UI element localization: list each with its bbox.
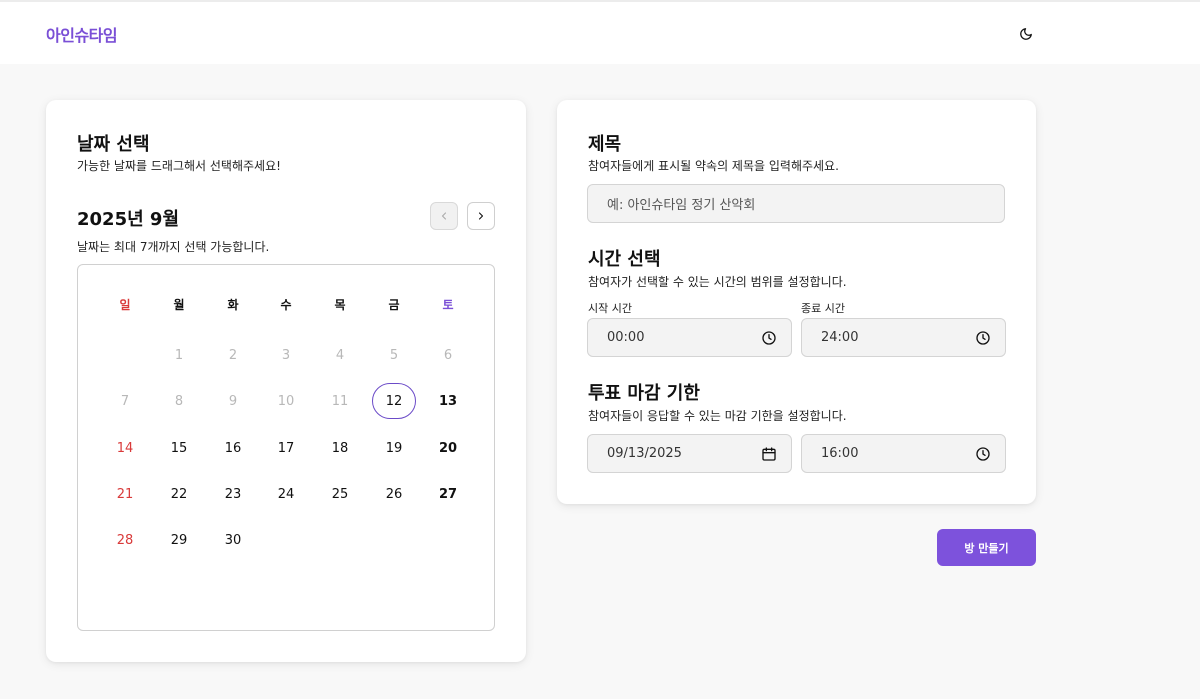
calendar-day: 2 — [228, 347, 238, 363]
calendar-day: 6 — [443, 347, 453, 363]
calendar-day[interactable]: 17 — [263, 429, 309, 467]
calendar-day: 10 — [277, 393, 295, 409]
calendar-day[interactable]: 25 — [317, 475, 363, 513]
date-section-subtitle: 가능한 날짜를 드래그해서 선택해주세요! — [77, 159, 281, 173]
deadline-section-desc: 참여자들이 응답할 수 있는 마감 기한을 설정합니다. — [588, 409, 847, 423]
calendar-day: 3 — [281, 347, 291, 363]
chevron-left-icon — [441, 212, 447, 220]
calendar-day[interactable]: 24 — [263, 475, 309, 513]
title-input[interactable]: 예: 아인슈타임 정기 산악회 — [587, 184, 1005, 223]
start-time-input[interactable]: 00:00 — [587, 318, 792, 357]
calendar-day-today[interactable]: 12 — [372, 383, 416, 419]
calendar-day: 9 — [228, 393, 238, 409]
calendar-day[interactable]: 26 — [371, 475, 417, 513]
theme-toggle-button[interactable] — [1016, 24, 1036, 44]
end-time-input[interactable]: 24:00 — [801, 318, 1006, 357]
calendar-day: 5 — [389, 347, 399, 363]
weekday-header: 목 — [334, 298, 346, 312]
calendar-grid[interactable]: 일 월 화 수 목 금 토 1 2 3 4 5 6 7 8 9 10 11 12 13 14 15 16 17 18 19 20 21… — [77, 264, 495, 631]
calendar-day: 1 — [174, 347, 184, 363]
title-section-heading: 제목 — [588, 134, 622, 155]
clock-icon[interactable] — [975, 446, 991, 462]
date-section-title: 날짜 선택 — [77, 134, 150, 155]
calendar-day[interactable]: 16 — [210, 429, 256, 467]
calendar-day[interactable]: 19 — [371, 429, 417, 467]
calendar-day: 8 — [174, 393, 184, 409]
calendar-day[interactable]: 20 — [425, 429, 471, 467]
room-settings-card: 제목 참여자들에게 표시될 약속의 제목을 입력해주세요. 예: 아인슈타임 정… — [557, 100, 1036, 504]
weekday-header: 월 — [173, 298, 185, 312]
moon-icon — [1020, 28, 1032, 40]
weekday-header: 수 — [280, 298, 292, 312]
prev-month-button[interactable] — [430, 202, 458, 230]
deadline-date-value: 09/13/2025 — [607, 446, 682, 461]
next-month-button[interactable] — [467, 202, 495, 230]
calendar-day: 4 — [335, 347, 345, 363]
date-selection-card: 날짜 선택 가능한 날짜를 드래그해서 선택해주세요! 2025년 9월 날짜는… — [46, 100, 526, 662]
deadline-date-input[interactable]: 09/13/2025 — [587, 434, 792, 473]
weekday-header: 일 — [119, 298, 131, 312]
calendar-day: 7 — [120, 393, 130, 409]
title-input-placeholder: 예: 아인슈타임 정기 산악회 — [607, 198, 756, 213]
calendar-day[interactable]: 18 — [317, 429, 363, 467]
start-time-label: 시작 시간 — [588, 302, 632, 315]
app-logo[interactable]: 아인슈타임 — [46, 22, 118, 46]
calendar-day[interactable]: 27 — [425, 475, 471, 513]
calendar-day[interactable]: 28 — [102, 521, 148, 559]
end-time-label: 종료 시간 — [801, 302, 845, 315]
chevron-right-icon — [478, 212, 484, 220]
calendar-day[interactable]: 22 — [156, 475, 202, 513]
title-section-desc: 참여자들에게 표시될 약속의 제목을 입력해주세요. — [588, 159, 839, 173]
deadline-section-heading: 투표 마감 기한 — [588, 383, 700, 404]
calendar-day: 11 — [331, 393, 349, 409]
calendar-day[interactable]: 23 — [210, 475, 256, 513]
deadline-time-input[interactable]: 16:00 — [801, 434, 1006, 473]
app-header: 아인슈타임 — [0, 2, 1200, 64]
calendar-day[interactable]: 30 — [210, 521, 256, 559]
calendar-day[interactable]: 15 — [156, 429, 202, 467]
weekday-header: 금 — [388, 298, 400, 312]
time-section-heading: 시간 선택 — [588, 249, 661, 270]
clock-icon[interactable] — [761, 330, 777, 346]
date-limit-note: 날짜는 최대 7개까지 선택 가능합니다. — [77, 240, 270, 254]
clock-icon[interactable] — [975, 330, 991, 346]
calendar-day[interactable]: 21 — [102, 475, 148, 513]
weekday-header: 화 — [227, 298, 239, 312]
calendar-icon[interactable] — [761, 446, 777, 462]
weekday-header: 토 — [442, 298, 454, 312]
end-time-value: 24:00 — [821, 330, 859, 345]
calendar-day[interactable]: 29 — [156, 521, 202, 559]
calendar-month-label: 2025년 9월 — [77, 209, 180, 230]
deadline-time-value: 16:00 — [821, 446, 859, 461]
create-room-button[interactable]: 방 만들기 — [937, 529, 1036, 566]
calendar-day[interactable]: 13 — [425, 382, 471, 420]
start-time-value: 00:00 — [607, 330, 645, 345]
time-section-desc: 참여자가 선택할 수 있는 시간의 범위를 설정합니다. — [588, 275, 847, 289]
calendar-day[interactable]: 14 — [102, 429, 148, 467]
